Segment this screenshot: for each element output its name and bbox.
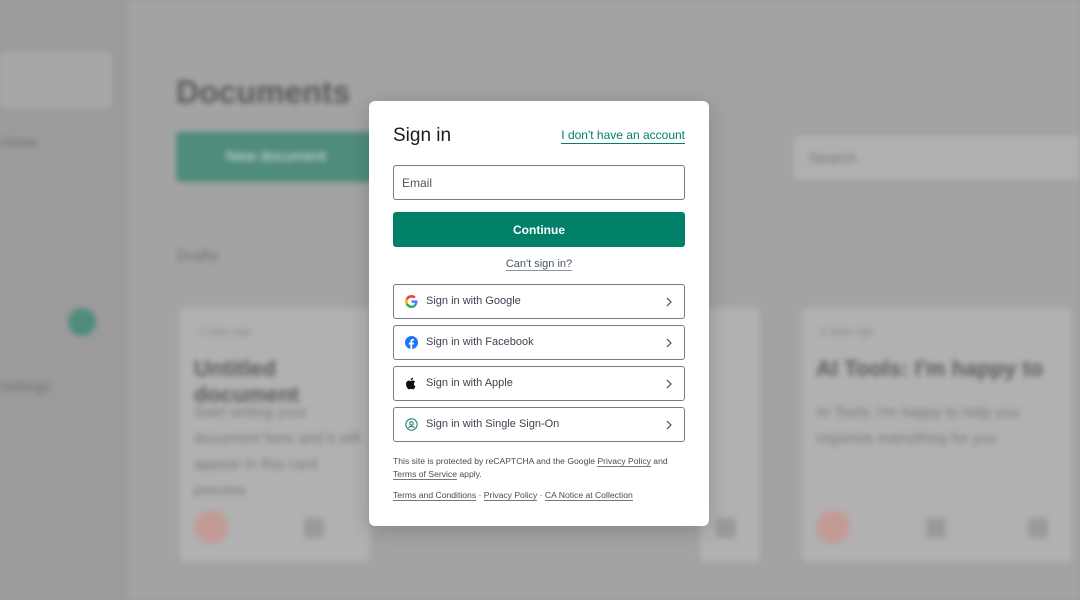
sidebar: Home Settings	[0, 0, 128, 600]
provider-label: Sign in with Facebook	[426, 336, 534, 348]
google-icon	[405, 295, 418, 308]
footer-links: Terms and Conditions · Privacy Policy · …	[393, 490, 633, 501]
section-label: Drafts	[176, 248, 219, 265]
sign-in-sso-button[interactable]: Sign in with Single Sign-On	[393, 407, 685, 442]
provider-label: Sign in with Apple	[426, 377, 513, 389]
chevron-right-icon	[666, 338, 672, 348]
chevron-right-icon	[666, 297, 672, 307]
new-document-button: New document	[176, 132, 376, 182]
card-body: Start writing your document here and it …	[194, 404, 360, 499]
recaptcha-notice: This site is protected by reCAPTCHA and …	[393, 455, 688, 481]
avatar	[816, 510, 850, 544]
document-card: 2 days ago AI Tools: I'm happy to AI Too…	[802, 308, 1072, 562]
legal-text: apply.	[457, 469, 482, 479]
dialog-title: Sign in	[393, 125, 452, 146]
document-card	[700, 308, 760, 562]
search-input: Search	[792, 134, 1080, 182]
card-body: AI Tools: I'm happy to help you organize…	[816, 404, 1020, 447]
share-icon	[926, 518, 946, 538]
chevron-right-icon	[666, 420, 672, 430]
share-icon	[304, 518, 324, 538]
sign-in-dialog: Sign in I don't have an account Continue…	[369, 101, 709, 526]
more-icon	[1028, 518, 1048, 538]
provider-label: Sign in with Single Sign-On	[426, 418, 560, 430]
terms-link[interactable]: Terms and Conditions	[393, 490, 477, 501]
sidebar-item: Home	[0, 134, 38, 150]
card-title: AI Tools: I'm happy to	[816, 356, 1044, 381]
page-title: Documents	[176, 74, 351, 110]
ca-notice-link[interactable]: CA Notice at Collection	[544, 490, 633, 501]
sign-in-google-button[interactable]: Sign in with Google	[393, 284, 685, 319]
avatar	[194, 510, 228, 544]
cant-sign-in: Can't sign in?	[369, 258, 709, 271]
sso-icon	[405, 418, 418, 431]
google-privacy-policy-link[interactable]: Privacy Policy	[597, 456, 651, 467]
sign-in-facebook-button[interactable]: Sign in with Facebook	[393, 325, 685, 360]
privacy-link[interactable]: Privacy Policy	[483, 490, 538, 501]
chevron-right-icon	[666, 379, 672, 389]
card-date: 2 days ago	[820, 326, 874, 338]
provider-label: Sign in with Google	[426, 295, 521, 307]
sign-in-apple-button[interactable]: Sign in with Apple	[393, 366, 685, 401]
continue-button[interactable]: Continue	[393, 212, 685, 247]
sidebar-item: Settings	[0, 378, 51, 394]
more-icon	[716, 518, 736, 538]
sidebar-header	[0, 52, 112, 108]
sidebar-avatar	[68, 308, 96, 336]
apple-icon	[406, 377, 416, 390]
no-account-link[interactable]: I don't have an account	[561, 128, 685, 144]
facebook-icon	[405, 336, 418, 349]
card-date: 2 days ago	[198, 326, 252, 338]
document-card: 2 days ago Untitled document Start writi…	[180, 308, 370, 562]
legal-text: and	[650, 456, 668, 466]
google-terms-link[interactable]: Terms of Service	[393, 469, 457, 480]
legal-text: This site is protected by reCAPTCHA and …	[393, 456, 598, 466]
email-field[interactable]	[393, 165, 685, 200]
cant-sign-in-link[interactable]: Can't sign in?	[505, 258, 573, 271]
separator: ·	[476, 490, 484, 500]
separator: ·	[537, 490, 545, 500]
